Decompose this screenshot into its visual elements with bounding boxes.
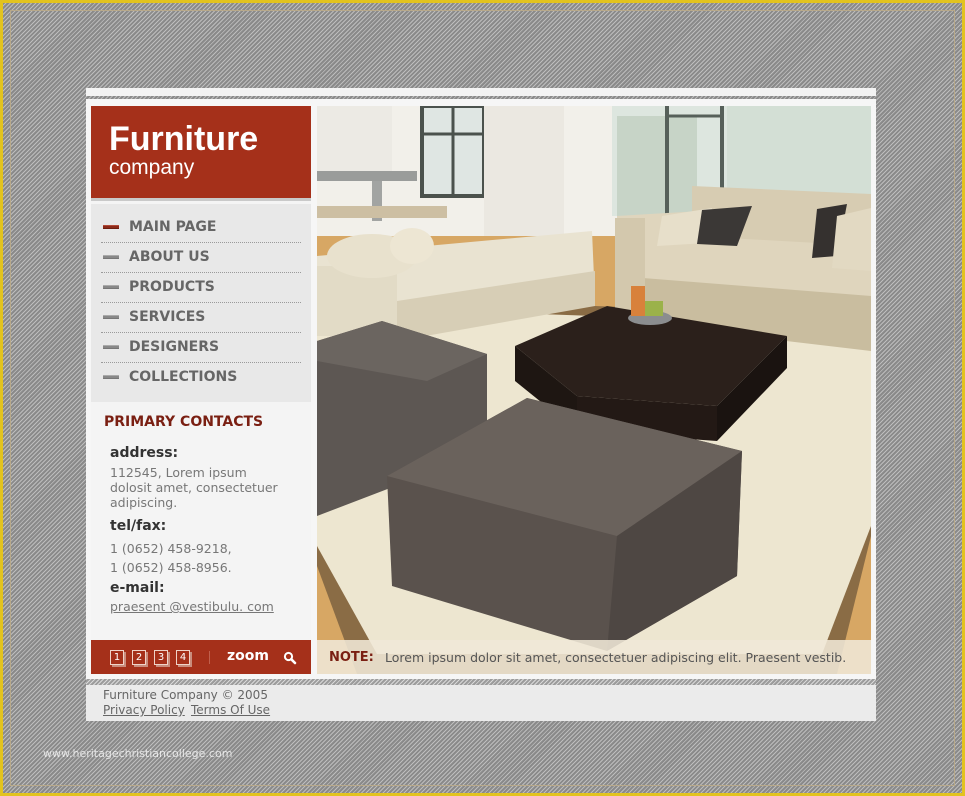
logo-subtitle: company <box>109 156 195 179</box>
nav-item-about-us[interactable]: ABOUT US <box>101 242 301 273</box>
page-button-1[interactable]: 1 <box>110 650 124 665</box>
note-bar: NOTE: Lorem ipsum dolor sit amet, consec… <box>317 640 871 674</box>
address-line: dolosit amet, consectetuer <box>110 480 278 495</box>
top-bar <box>86 88 876 96</box>
address-line: 112545, Lorem ipsum <box>110 465 247 480</box>
main-panel: Furniture company MAIN PAGE ABOUT US PRO… <box>86 99 876 679</box>
nav-item-products[interactable]: PRODUCTS <box>101 272 301 303</box>
divider <box>209 651 210 664</box>
logo[interactable]: Furniture company <box>91 106 311 201</box>
tel-label: tel/fax: <box>110 518 167 534</box>
nav-label: DESIGNERS <box>129 339 220 355</box>
email-text: praesent @vestibulu. com <box>110 599 300 614</box>
tel-text: 1 (0652) 458-9218, 1 (0652) 458-8956. <box>110 539 300 577</box>
page-button-3[interactable]: 3 <box>154 650 168 665</box>
note-label: NOTE: <box>329 650 374 665</box>
nav-item-designers[interactable]: DESIGNERS <box>101 332 301 363</box>
email-label: e-mail: <box>110 580 165 596</box>
tel-line: 1 (0652) 458-8956. <box>110 560 232 575</box>
page-button-2[interactable]: 2 <box>132 650 146 665</box>
main-nav: MAIN PAGE ABOUT US PRODUCTS SERVICES DES… <box>91 204 311 402</box>
nav-label: COLLECTIONS <box>129 369 238 385</box>
address-text: 112545, Lorem ipsum dolosit amet, consec… <box>110 465 300 510</box>
privacy-policy-link[interactable]: Privacy Policy <box>103 703 185 717</box>
copyright: Furniture Company © 2005 <box>103 688 268 702</box>
tel-line: 1 (0652) 458-9218, <box>110 541 232 556</box>
bullet-icon <box>103 285 119 289</box>
bullet-icon <box>103 375 119 379</box>
nav-item-services[interactable]: SERVICES <box>101 302 301 333</box>
logo-title: Furniture <box>109 120 259 158</box>
zoom-button[interactable]: zoom <box>227 648 269 664</box>
contacts-heading: PRIMARY CONTACTS <box>104 414 264 430</box>
watermark: www.heritagechristiancollege.com <box>43 747 233 760</box>
note-text: Lorem ipsum dolor sit amet, consectetuer… <box>385 650 847 665</box>
nav-label: MAIN PAGE <box>129 219 217 235</box>
nav-label: PRODUCTS <box>129 279 215 295</box>
bullet-icon <box>103 345 119 349</box>
nav-item-collections[interactable]: COLLECTIONS <box>101 362 301 392</box>
hero-photo: NOTE: Lorem ipsum dolor sit amet, consec… <box>317 106 871 674</box>
living-room-illustration <box>317 106 871 674</box>
terms-of-use-link[interactable]: Terms Of Use <box>191 703 270 717</box>
bullet-icon <box>103 255 119 259</box>
page-button-4[interactable]: 4 <box>176 650 190 665</box>
gallery-controls: 1 2 3 4 zoom <box>91 640 311 674</box>
bullet-icon <box>103 225 119 229</box>
nav-label: ABOUT US <box>129 249 210 265</box>
nav-label: SERVICES <box>129 309 206 325</box>
address-label: address: <box>110 445 179 461</box>
magnifier-icon[interactable] <box>283 651 297 665</box>
address-line: adipiscing. <box>110 495 178 510</box>
sidebar: Furniture company MAIN PAGE ABOUT US PRO… <box>91 106 311 674</box>
nav-item-main-page[interactable]: MAIN PAGE <box>101 212 301 243</box>
bullet-icon <box>103 315 119 319</box>
footer: Furniture Company © 2005 Privacy Policy … <box>86 685 876 721</box>
email-link[interactable]: praesent @vestibulu. com <box>110 599 274 614</box>
